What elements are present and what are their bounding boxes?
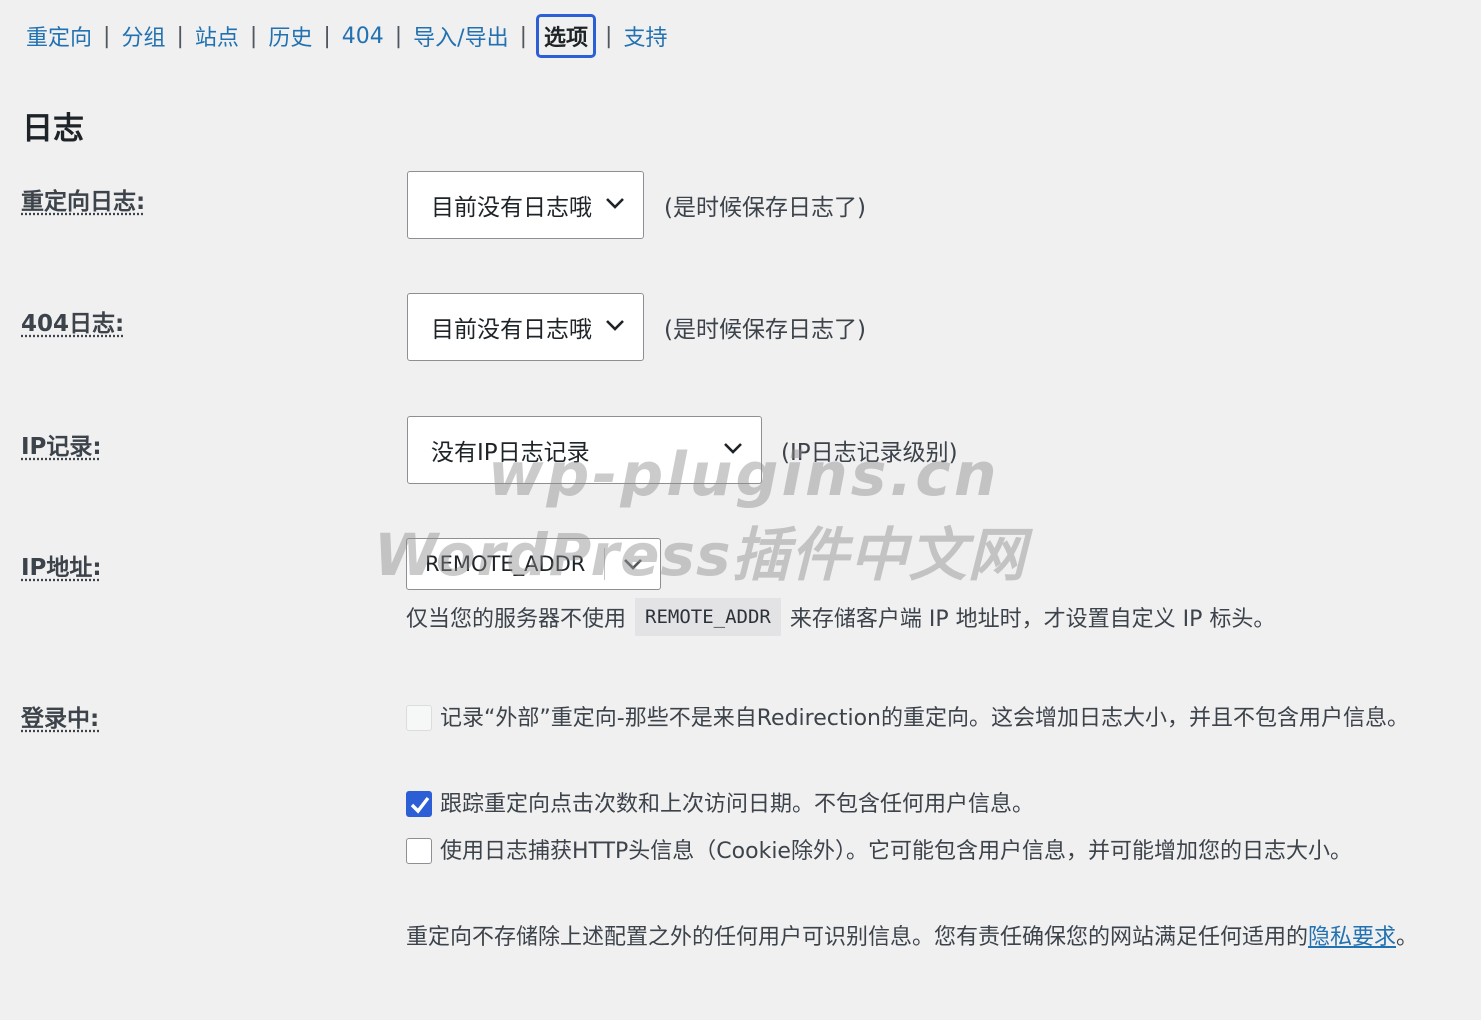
privacy-notice: 重定向不存储除上述配置之外的任何用户可识别信息。您有责任确保您的网站满足任何适用… [406,921,1446,955]
ip-logging-selected: 没有IP日志记录 [431,440,590,466]
log-external-checkbox [406,705,432,731]
ip-logging-label: IP记录: [21,434,102,460]
log-404-select[interactable]: 目前没有日志哦 [407,293,644,361]
nav-404[interactable]: 404 [342,24,384,49]
ip-header-description: 仅当您的服务器不使用 REMOTE_ADDR 来存储客户端 IP 地址时，才设置… [406,598,1275,636]
checkmark-icon [410,796,430,814]
log-404-label: 404日志: [21,311,125,337]
options-subnav: 重定向 | 分组 | 站点 | 历史 | 404 | 导入/导出 | 选项 | … [26,14,667,58]
redirect-log-select[interactable]: 目前没有日志哦 [407,171,644,239]
log-headers-checkbox[interactable] [406,838,432,864]
ip-header-desc-code: REMOTE_ADDR [635,598,781,636]
chevron-down-icon [605,557,660,571]
ip-logging-hint: (IP日志记录级别) [781,440,958,466]
nav-separator: | [103,23,111,49]
nav-separator: | [323,23,331,49]
chevron-down-icon [606,320,624,331]
log-headers-text: 使用日志捕获HTTP头信息（Cookie除外）。它可能包含用户信息，并可能增加您… [440,839,1352,864]
log-404-hint: (是时候保存日志了) [664,317,866,343]
ip-header-select[interactable]: REMOTE_ADDR [406,538,661,590]
track-hits-checkbox[interactable] [406,791,432,817]
privacy-text: 重定向不存储除上述配置之外的任何用户可识别信息。您有责任确保您的网站满足任何适用… [406,925,1309,950]
nav-import-export[interactable]: 导入/导出 [413,20,508,52]
chevron-down-icon [606,198,624,209]
nav-separator: | [249,23,258,49]
nav-sites[interactable]: 站点 [195,20,239,52]
log-external-text: 记录“外部”重定向-那些不是来自Redirection的重定向。这会增加日志大小… [440,706,1409,731]
nav-separator: | [176,23,184,49]
logging-label: 登录中: [21,706,100,732]
log-external-option: 记录“外部”重定向-那些不是来自Redirection的重定向。这会增加日志大小… [406,700,1456,738]
redirect-log-label: 重定向日志: [21,189,146,215]
nav-options-current[interactable]: 选项 [536,14,597,58]
log-404-selected: 目前没有日志哦 [431,317,592,343]
nav-separator: | [519,23,528,49]
privacy-link[interactable]: 隐私要求 [1308,925,1396,950]
nav-support[interactable]: 支持 [623,20,667,52]
nav-separator: | [394,23,403,49]
chevron-down-icon [724,443,742,454]
ip-address-label: IP地址: [21,555,102,581]
redirect-log-hint: (是时候保存日志了) [664,195,866,221]
ip-header-selected: REMOTE_ADDR [425,552,586,576]
nav-history[interactable]: 历史 [268,20,312,52]
ip-header-desc-before: 仅当您的服务器不使用 [406,607,627,632]
log-headers-option: 使用日志捕获HTTP头信息（Cookie除外）。它可能包含用户信息，并可能增加您… [406,833,1352,871]
privacy-end: 。 [1396,925,1419,950]
section-title: 日志 [22,111,84,147]
track-hits-text: 跟踪重定向点击次数和上次访问日期。不包含任何用户信息。 [440,792,1035,817]
track-hits-option: 跟踪重定向点击次数和上次访问日期。不包含任何用户信息。 [406,786,1034,824]
nav-groups[interactable]: 分组 [121,20,165,52]
ip-logging-select[interactable]: 没有IP日志记录 [407,416,762,484]
ip-header-desc-after: 来存储客户端 IP 地址时，才设置自定义 IP 标头。 [789,607,1276,632]
nav-separator: | [605,23,613,49]
redirect-log-selected: 目前没有日志哦 [431,195,592,221]
nav-redirects[interactable]: 重定向 [26,20,92,52]
